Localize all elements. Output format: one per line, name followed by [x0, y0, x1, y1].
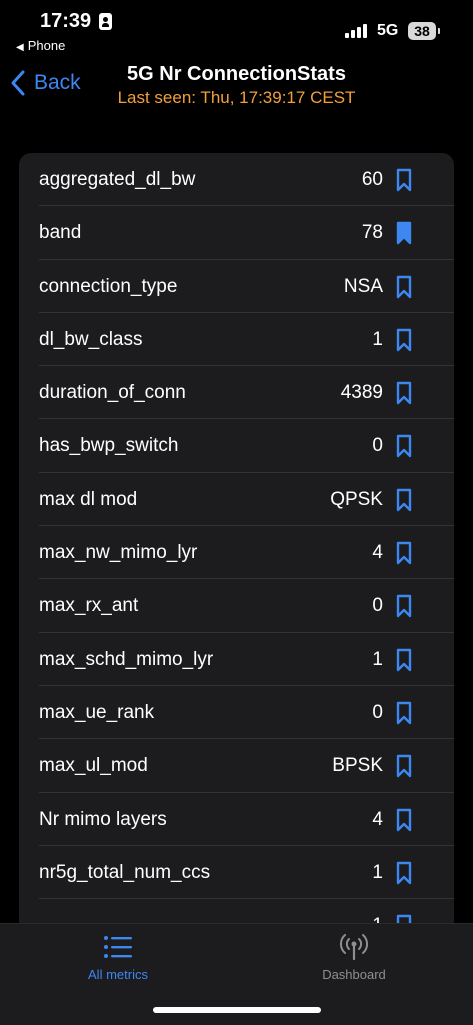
metric-value: 0: [372, 701, 383, 723]
metric-row[interactable]: band 78: [19, 206, 454, 260]
bookmark-icon[interactable]: [396, 808, 412, 832]
bookmark-icon[interactable]: [396, 701, 412, 725]
back-to-app-link[interactable]: ◀ Phone: [16, 38, 65, 53]
metric-value: 4389: [340, 382, 383, 404]
metric-name: nr5g_total_num_ccs: [39, 861, 211, 883]
tab-dashboard[interactable]: Dashboard: [254, 924, 454, 994]
metric-value: 1: [372, 648, 383, 670]
metric-row[interactable]: has_bwp_switch 0: [19, 419, 454, 473]
navigation-bar: 5G Nr ConnectionStats Last seen: Thu, 17…: [0, 60, 473, 120]
metric-name: connection_type: [39, 275, 178, 297]
contact-card-icon: [99, 13, 112, 30]
metric-value: 0: [372, 435, 383, 457]
bookmark-icon[interactable]: [396, 594, 412, 618]
metric-name: duration_of_conn: [39, 382, 186, 404]
bookmark-icon[interactable]: [396, 328, 412, 352]
tab-all-metrics[interactable]: All metrics: [18, 924, 218, 994]
metric-name: max_nw_mimo_lyr: [39, 542, 198, 564]
metric-value: BPSK: [332, 755, 383, 777]
signal-strength-icon: [345, 24, 371, 38]
metric-value: QPSK: [330, 488, 383, 510]
bookmark-icon[interactable]: [396, 541, 412, 565]
back-app-label: Phone: [27, 38, 66, 53]
list-icon: [104, 936, 132, 958]
status-time: 17:39: [40, 10, 92, 32]
tab-dashboard-label: Dashboard: [322, 967, 386, 982]
metric-row[interactable]: duration_of_conn 4389: [19, 366, 454, 420]
status-bar: 17:39 ◀ Phone 5G 38: [0, 0, 473, 60]
antenna-icon: [339, 934, 369, 960]
metric-value: 60: [361, 169, 383, 190]
chevron-left-icon: [11, 70, 25, 96]
metric-row[interactable]: connection_type NSA: [19, 260, 454, 313]
bookmark-icon[interactable]: [396, 648, 412, 672]
battery-icon: 38: [408, 22, 440, 40]
metric-row[interactable]: max dl mod QPSK: [19, 473, 454, 527]
metric-name: dl_bw_class: [39, 328, 143, 350]
metric-row[interactable]: max_ue_rank 0: [19, 686, 454, 740]
bookmark-icon[interactable]: [396, 434, 412, 458]
metrics-list: aggregated_dl_bw 60 band 78 connection_type N…: [19, 153, 454, 933]
metric-row[interactable]: Nr mimo layers 4: [19, 793, 454, 846]
metric-name: max_ul_mod: [39, 755, 148, 777]
back-label: Back: [34, 71, 81, 94]
home-indicator[interactable]: [153, 1007, 321, 1013]
battery-level: 38: [414, 23, 430, 39]
bookmark-icon[interactable]: [396, 381, 412, 405]
bookmark-icon[interactable]: [396, 168, 412, 192]
metric-row[interactable]: max_ul_mod BPSK: [19, 739, 454, 793]
metric-value: 0: [372, 595, 383, 617]
metric-value: 78: [361, 222, 383, 244]
metric-row[interactable]: max_nw_mimo_lyr 4: [19, 526, 454, 580]
metric-value: 1: [372, 861, 383, 883]
metric-value: 1: [372, 328, 383, 350]
metric-name: has_bwp_switch: [39, 435, 179, 457]
metric-value: 4: [372, 808, 383, 830]
metric-name: max_schd_mimo_lyr: [39, 648, 214, 670]
metric-row[interactable]: aggregated_dl_bw 60: [19, 153, 454, 207]
metric-row[interactable]: max_rx_ant 0: [19, 579, 454, 633]
back-triangle-icon: ◀: [16, 42, 24, 53]
bookmark-icon[interactable]: [396, 861, 412, 885]
metric-name: max_ue_rank: [39, 701, 155, 723]
metric-value: NSA: [343, 275, 383, 297]
tab-all-metrics-label: All metrics: [88, 967, 148, 982]
metric-name: aggregated_dl_bw: [39, 169, 196, 190]
metric-name: max dl mod: [39, 488, 138, 510]
metric-name: Nr mimo layers: [39, 808, 167, 830]
metric-value: 4: [372, 542, 383, 564]
metric-row[interactable]: max_schd_mimo_lyr 1: [19, 633, 454, 686]
metric-row[interactable]: nr5g_total_num_ccs 1: [19, 846, 454, 900]
metric-row[interactable]: dl_bw_class 1: [19, 313, 454, 367]
network-type: 5G: [377, 22, 399, 39]
bookmark-icon[interactable]: [396, 754, 412, 778]
back-button[interactable]: Back: [10, 70, 81, 96]
metric-name: band: [39, 222, 82, 244]
bookmark-icon[interactable]: [396, 221, 412, 245]
metric-name: max_rx_ant: [39, 595, 139, 617]
bookmark-icon[interactable]: [396, 488, 412, 512]
bookmark-icon[interactable]: [396, 275, 412, 299]
